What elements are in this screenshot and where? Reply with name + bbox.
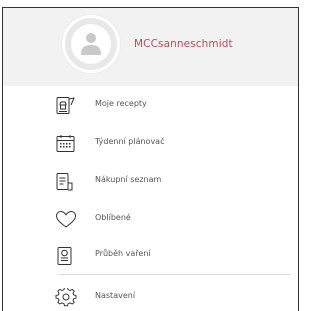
menu-item-cooking-progress[interactable]: Průběh vaření <box>3 240 298 270</box>
menu-item-settings[interactable]: Nastavení <box>3 282 298 311</box>
menu-item-favorites[interactable]: Oblíbené <box>3 204 298 234</box>
avatar-inner <box>71 24 111 64</box>
avatar[interactable] <box>62 15 120 73</box>
menu-item-label: Moje recepty <box>95 99 147 108</box>
menu-item-label: Týdenní plánovač <box>95 137 165 146</box>
menu-item-shopping-list[interactable]: Nákupní seznam <box>3 166 298 196</box>
menu-item-label: Průběh vaření <box>95 249 151 258</box>
menu-item-weekly-planner[interactable]: Týdenní plánovač <box>3 128 298 158</box>
cooking-progress-icon <box>55 246 77 266</box>
gear-icon <box>55 286 77 308</box>
menu-item-my-recipes[interactable]: Moje recepty <box>3 90 298 120</box>
calendar-icon <box>55 134 77 154</box>
profile-header[interactable]: MCCsanneschmidt <box>3 8 298 86</box>
menu-item-label: Oblíbené <box>95 213 131 222</box>
menu-item-label: Nastavení <box>95 291 136 300</box>
username[interactable]: MCCsanneschmidt <box>134 38 233 50</box>
shopping-list-icon <box>55 172 77 192</box>
heart-icon <box>55 210 77 230</box>
side-menu-panel: MCCsanneschmidt Moje recepty Týdenní plá… <box>2 7 299 311</box>
menu-item-label: Nákupní seznam <box>95 175 162 184</box>
cookbook-icon <box>55 96 77 116</box>
user-icon <box>81 33 101 55</box>
menu-divider <box>58 274 290 275</box>
